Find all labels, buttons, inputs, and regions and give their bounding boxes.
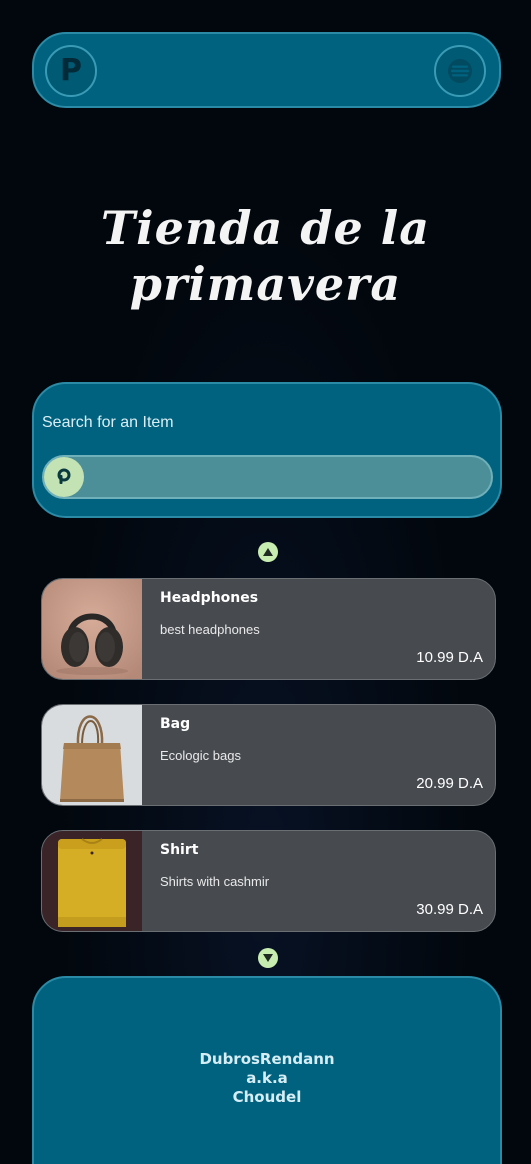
product-description: Ecologic bags bbox=[160, 748, 241, 763]
search-icon bbox=[57, 468, 71, 484]
credit-line-3: Choudel bbox=[232, 1088, 302, 1106]
product-price: 30.99 D.A bbox=[416, 901, 483, 918]
search-button[interactable] bbox=[44, 457, 84, 497]
search-input[interactable] bbox=[90, 457, 485, 497]
title-line-2: primavera bbox=[129, 257, 402, 311]
triangle-down-icon bbox=[263, 954, 273, 962]
product-name: Bag bbox=[160, 716, 191, 732]
search-panel: Search for an Item bbox=[32, 382, 502, 518]
product-price: 10.99 D.A bbox=[416, 649, 483, 666]
product-description: best headphones bbox=[160, 622, 260, 637]
title-line-1: Tienda de la bbox=[100, 201, 431, 255]
footer-credit: DubrosRendann a.k.a Choudel bbox=[34, 1050, 500, 1107]
scroll-up-button[interactable] bbox=[258, 542, 278, 562]
product-price: 20.99 D.A bbox=[416, 775, 483, 792]
product-name: Shirt bbox=[160, 842, 199, 858]
product-name: Headphones bbox=[160, 590, 259, 606]
page: P Tienda de la primavera Search for an I… bbox=[0, 0, 531, 1164]
logo-button[interactable]: P bbox=[45, 45, 97, 97]
credit-line-2: a.k.a bbox=[246, 1069, 288, 1087]
yellow-shirt-image bbox=[42, 831, 142, 931]
footer: DubrosRendann a.k.a Choudel bbox=[32, 976, 502, 1164]
hamburger-menu-icon bbox=[448, 59, 472, 83]
product-card-bag[interactable]: Bag Ecologic bags 20.99 D.A bbox=[41, 704, 496, 806]
paper-bag-image bbox=[42, 705, 142, 805]
top-navbar: P bbox=[32, 32, 501, 108]
headphones-image bbox=[42, 579, 142, 679]
search-bar bbox=[42, 455, 493, 499]
page-title: Tienda de la primavera bbox=[0, 200, 531, 312]
logo-letter: P bbox=[60, 53, 82, 88]
product-card-shirt[interactable]: Shirt Shirts with cashmir 30.99 D.A bbox=[41, 830, 496, 932]
scroll-down-button[interactable] bbox=[258, 948, 278, 968]
product-list: Headphones best headphones 10.99 D.A Bag… bbox=[41, 578, 496, 956]
product-card-headphones[interactable]: Headphones best headphones 10.99 D.A bbox=[41, 578, 496, 680]
menu-button[interactable] bbox=[434, 45, 486, 97]
triangle-up-icon bbox=[263, 548, 273, 556]
product-description: Shirts with cashmir bbox=[160, 874, 270, 889]
search-label: Search for an Item bbox=[42, 414, 174, 431]
credit-line-1: DubrosRendann bbox=[199, 1050, 335, 1068]
